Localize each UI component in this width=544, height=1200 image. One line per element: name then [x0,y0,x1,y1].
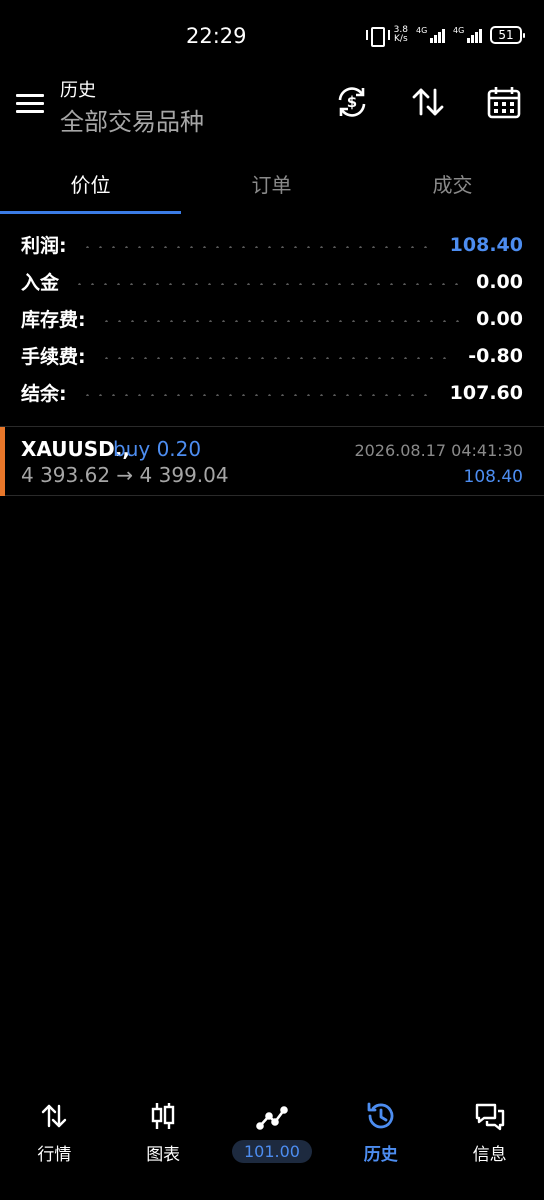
nav-history[interactable]: 历史 [326,1082,435,1200]
summary-label: 手续费: [21,346,86,368]
quotes-icon [38,1100,70,1132]
summary-value: 108.40 [449,233,523,256]
trade-profit: 108.40 [463,467,523,487]
nav-trade[interactable]: 101.00 [218,1082,327,1200]
app-header: 历史 全部交易品种 $ [0,72,544,152]
tab-deals[interactable]: 成交 [362,152,543,214]
nav-label: 行情 [37,1145,72,1165]
summary-row-swap: 库存费: 0.00 [0,300,544,337]
page-title: 历史 [60,80,96,101]
summary-label: 库存费: [21,309,86,331]
dotted-leader [80,393,436,396]
summary-label: 利润: [21,235,67,257]
nav-messages[interactable]: 信息 [435,1082,544,1200]
network-speed: 3.8 K/s [394,26,408,44]
dotted-leader [99,356,455,359]
svg-text:$: $ [347,93,357,111]
trade-side: buy 0.20 [113,437,202,461]
calendar-icon[interactable] [486,84,522,120]
summary-panel: 利润: 108.40 入金 0.00 库存费: 0.00 手续费: -0.80 … [0,226,544,411]
menu-icon[interactable] [16,94,44,114]
nav-chart[interactable]: 图表 [109,1082,218,1200]
messages-icon [474,1100,506,1132]
symbol-filter[interactable]: 全部交易品种 [60,102,204,137]
summary-value: 0.00 [476,307,523,330]
network-speed-unit: K/s [394,34,408,44]
battery-icon: 51 [490,26,525,44]
summary-row-commission: 手续费: -0.80 [0,337,544,374]
summary-label: 结余: [21,383,67,405]
sort-icon[interactable] [410,84,446,120]
signal-tag: 4G [416,26,428,35]
dotted-leader [80,245,436,248]
status-bar: 22:29 3.8 K/s 4G 4G 51 [0,0,544,72]
summary-row-balance: 结余: 107.60 [0,374,544,411]
signal-icon: 4G [453,26,482,43]
tab-bar: 价位 订单 成交 [0,152,544,214]
history-icon [365,1100,397,1132]
nav-label: 历史 [363,1145,398,1165]
trade-prices: 4 393.62 → 4 399.04 [21,463,229,487]
status-icons: 3.8 K/s 4G 4G 51 [365,26,525,47]
nav-quotes[interactable]: 行情 [0,1082,109,1200]
trade-row[interactable]: XAUUSD., buy 0.20 4 393.62 → 4 399.04 20… [0,426,544,496]
chart-icon [147,1100,179,1132]
tab-orders[interactable]: 订单 [181,152,362,214]
dotted-leader [99,319,463,322]
nav-label: 图表 [146,1145,181,1165]
status-time: 22:29 [186,24,247,48]
bottom-nav: 行情 图表 101.00 历史 信息 [0,1082,544,1200]
trade-side-indicator [0,427,5,496]
tab-positions[interactable]: 价位 [0,152,181,214]
signal-tag: 4G [453,26,465,35]
equity-badge: 101.00 [232,1140,312,1163]
vibrate-icon [365,26,390,47]
currency-refresh-icon[interactable]: $ [334,84,370,120]
dotted-leader [73,282,463,285]
signal-icon: 4G [416,26,445,43]
summary-row-deposit: 入金 0.00 [0,263,544,300]
summary-value: -0.80 [468,344,523,367]
summary-row-profit: 利润: 108.40 [0,226,544,263]
trade-icon [256,1100,288,1132]
nav-label: 信息 [472,1145,507,1165]
summary-label: 入金 [21,272,60,294]
summary-value: 107.60 [449,381,523,404]
summary-value: 0.00 [476,270,523,293]
trade-time: 2026.08.17 04:41:30 [354,441,523,460]
